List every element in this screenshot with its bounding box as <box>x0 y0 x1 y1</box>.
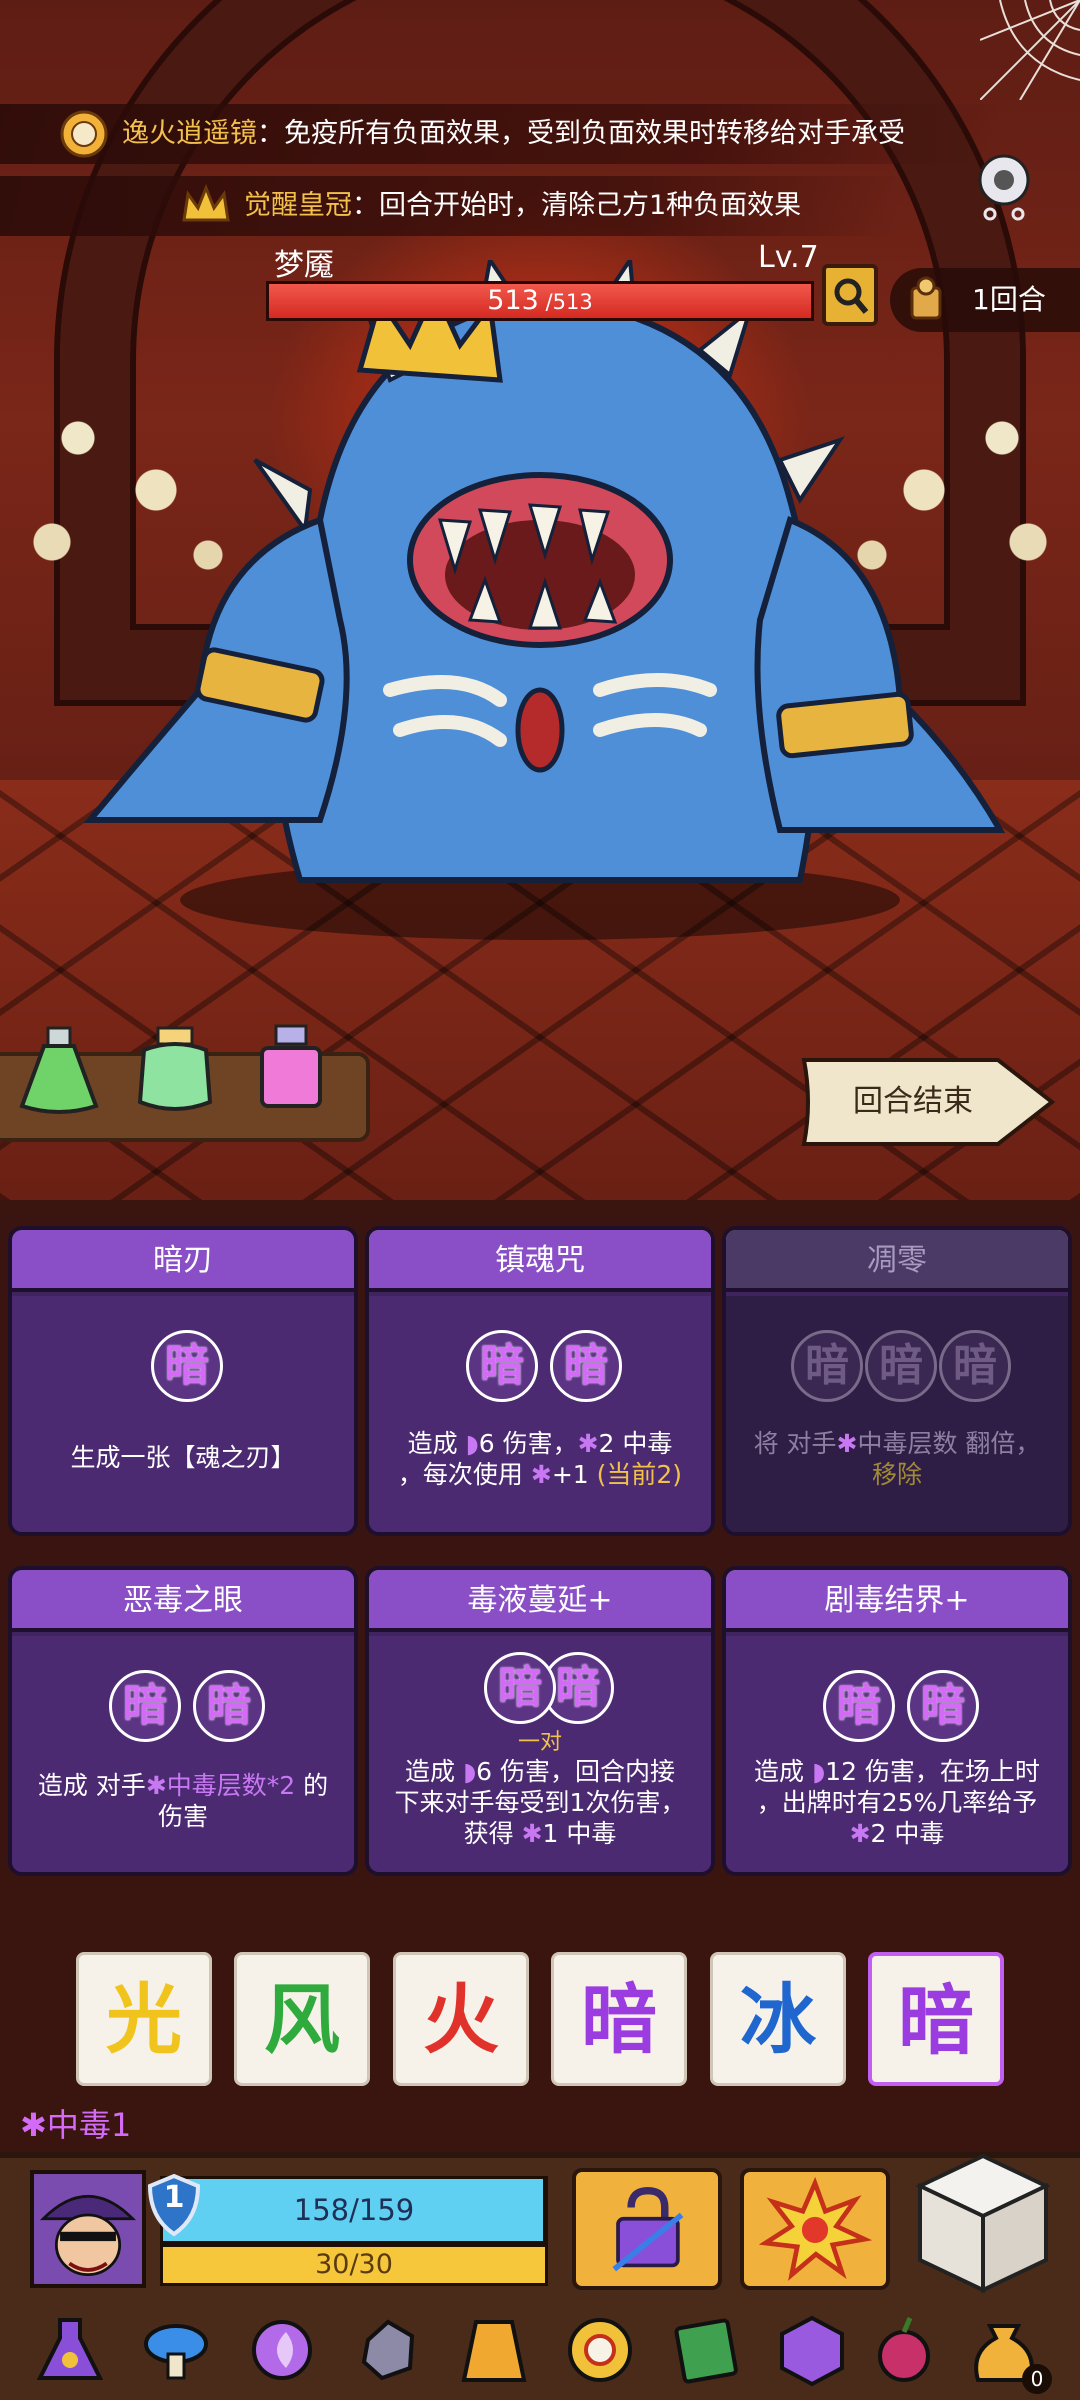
card-body <box>369 1296 711 1532</box>
card-title: 毒液蔓延+ <box>369 1570 711 1632</box>
card-body <box>12 1636 354 1872</box>
dark-rune-slot[interactable]: 暗 <box>193 1670 265 1742</box>
card-dark-blade[interactable]: 暗刃 暗 生成一张【魂之刃】 <box>8 1226 358 1536</box>
die-dark-selected[interactable]: 暗 <box>868 1952 1004 2086</box>
card-description: 造成 对手✱中毒层数*2 的伤害 <box>37 1771 329 1831</box>
card-description: 造成 ◗6 伤害，回合内接 下来对手每受到1次伤害， 获得 ✱1 中毒 <box>394 1757 686 1848</box>
moon-orb-icon[interactable] <box>242 2310 322 2390</box>
card-poison-barrier[interactable]: 剧毒结界+ 暗 暗 造成 ◗12 伤害，在场上时 ，出牌时有25%几率给予 ✱2 中… <box>722 1566 1072 1876</box>
relic-banner-mirror[interactable]: 逸火逍遥镜 ：免疫所有负面效果，受到负面效果时转移给对手承受 <box>0 104 1000 164</box>
card-venom-spread[interactable]: 毒液蔓延+ 暗 暗 一对 造成 ◗6 伤害，回合内接 下来对手每受到1次伤害， 获得… <box>365 1566 715 1876</box>
enemy-level: Lv.7 <box>758 240 819 275</box>
relic-description: ：免疫所有负面效果，受到负面效果时转移给对手承受 <box>257 118 905 149</box>
card-wither[interactable]: 凋零 暗 暗 暗 将 对手✱中毒层数 翻倍， 移除 <box>722 1226 1072 1536</box>
card-title: 凋零 <box>726 1230 1068 1292</box>
relic-banner-crown[interactable]: 觉醒皇冠 ：回合开始时，清除己方1种负面效果 <box>0 176 900 236</box>
dark-rune-slot[interactable]: 暗 <box>907 1670 979 1742</box>
player-hp-bar: 158/159 <box>160 2176 548 2244</box>
die-fire[interactable]: 火 <box>393 1952 529 2086</box>
card-title: 暗刃 <box>12 1230 354 1292</box>
dark-rune-slot[interactable]: 暗 <box>550 1330 622 1402</box>
card-soul-suppress[interactable]: 镇魂咒 暗 暗 造成 ◗6 伤害，✱2 中毒 ，每次使用 ✱+1 (当前2) <box>365 1226 715 1536</box>
card-title: 剧毒结界+ <box>726 1570 1068 1632</box>
explosion-skill-button[interactable] <box>740 2168 890 2290</box>
dark-rune-slot[interactable]: 暗 <box>109 1670 181 1742</box>
nightmare-monster[interactable] <box>60 260 1020 960</box>
blue-mushroom-icon[interactable] <box>136 2310 216 2390</box>
rainbow-potion-icon[interactable] <box>130 1020 220 1120</box>
golden-robe-icon[interactable] <box>454 2310 534 2390</box>
card-description: 造成 ◗6 伤害，✱2 中毒 ，每次使用 ✱+1 (当前2) <box>397 1429 683 1489</box>
gold-bag-count: 0 <box>1022 2364 1052 2394</box>
die-wind[interactable]: 风 <box>234 1952 370 2086</box>
dark-rune-slot[interactable]: 暗 <box>939 1330 1011 1402</box>
card-title: 恶毒之眼 <box>12 1570 354 1632</box>
card-description: 造成 ◗12 伤害，在场上时 ，出牌时有25%几率给予 ✱2 中毒 <box>754 1757 1040 1848</box>
settings-gear-icon[interactable] <box>972 150 1036 222</box>
stone-icon[interactable] <box>348 2310 428 2390</box>
dark-rune-slot[interactable]: 暗 <box>865 1330 937 1402</box>
relic-name: 觉醒皇冠 <box>244 190 352 221</box>
lock-skill-button[interactable] <box>572 2168 722 2290</box>
crown-icon <box>182 183 230 222</box>
cobweb-icon <box>980 0 1080 100</box>
eye-charm-icon[interactable] <box>560 2310 640 2390</box>
relic-name: 逸火逍遥镜 <box>122 118 257 149</box>
card-description: 生成一张【魂之刃】 <box>70 1443 296 1472</box>
wizard-portrait-icon <box>34 2174 142 2284</box>
dark-rune-slot[interactable]: 暗 <box>151 1330 223 1402</box>
enemy-hp-separator: / <box>538 290 553 314</box>
card-title: 镇魂咒 <box>369 1230 711 1292</box>
purple-die-icon[interactable] <box>772 2310 852 2390</box>
end-turn-label: 回合结束 <box>853 1084 973 1119</box>
turn-scroll-icon <box>910 276 942 320</box>
pair-label: 一对 <box>518 1730 563 1755</box>
dark-rune-slot[interactable]: 暗 <box>484 1652 556 1724</box>
relic-description: ：回合开始时，清除己方1种负面效果 <box>352 190 802 221</box>
player-energy-bar: 30/30 <box>160 2244 548 2286</box>
dark-rune-slot[interactable]: 暗 <box>466 1330 538 1402</box>
turn-counter: 1回合 <box>890 268 1080 332</box>
die-ice[interactable]: 冰 <box>710 1952 846 2086</box>
die-dark[interactable]: 暗 <box>551 1952 687 2086</box>
dark-rune-slot[interactable]: 暗 <box>791 1330 863 1402</box>
enemy-hp-current: 513 <box>487 285 539 316</box>
inspect-icon <box>834 278 869 314</box>
dice-cube-icon[interactable] <box>908 2148 1058 2298</box>
lock-skill-icon <box>612 2186 684 2272</box>
shield-value: 1 <box>163 2180 185 2215</box>
player-hp-text: 158/159 <box>293 2193 415 2227</box>
green-potion-icon[interactable] <box>14 1020 104 1120</box>
player-poison-status: ✱中毒1 <box>20 2106 132 2144</box>
pink-potion-icon[interactable] <box>246 1020 336 1120</box>
inspect-enemy-button[interactable] <box>822 264 878 326</box>
turn-label: 1回合 <box>972 283 1046 316</box>
enemy-hp-text: 513 /513 <box>269 284 811 319</box>
green-book-icon[interactable] <box>666 2310 746 2390</box>
cursed-apple-icon[interactable] <box>864 2310 944 2390</box>
eye-flask-icon[interactable] <box>30 2310 110 2390</box>
enemy-name: 梦魇 <box>274 248 334 283</box>
card-venom-eye[interactable]: 恶毒之眼 暗 暗 造成 对手✱中毒层数*2 的伤害 <box>8 1566 358 1876</box>
player-avatar[interactable] <box>30 2170 146 2288</box>
mirror-icon <box>60 110 108 158</box>
enemy-hp-max: 513 <box>552 290 593 314</box>
dark-rune-slot[interactable]: 暗 <box>823 1670 895 1742</box>
card-description: 将 对手✱中毒层数 翻倍， 移除 <box>753 1429 1041 1489</box>
enemy-hp-bar: 513 /513 <box>266 281 814 321</box>
die-light[interactable]: 光 <box>76 1952 212 2086</box>
explosion-skill-icon <box>758 2176 873 2281</box>
player-energy-text: 30/30 <box>315 2249 393 2280</box>
